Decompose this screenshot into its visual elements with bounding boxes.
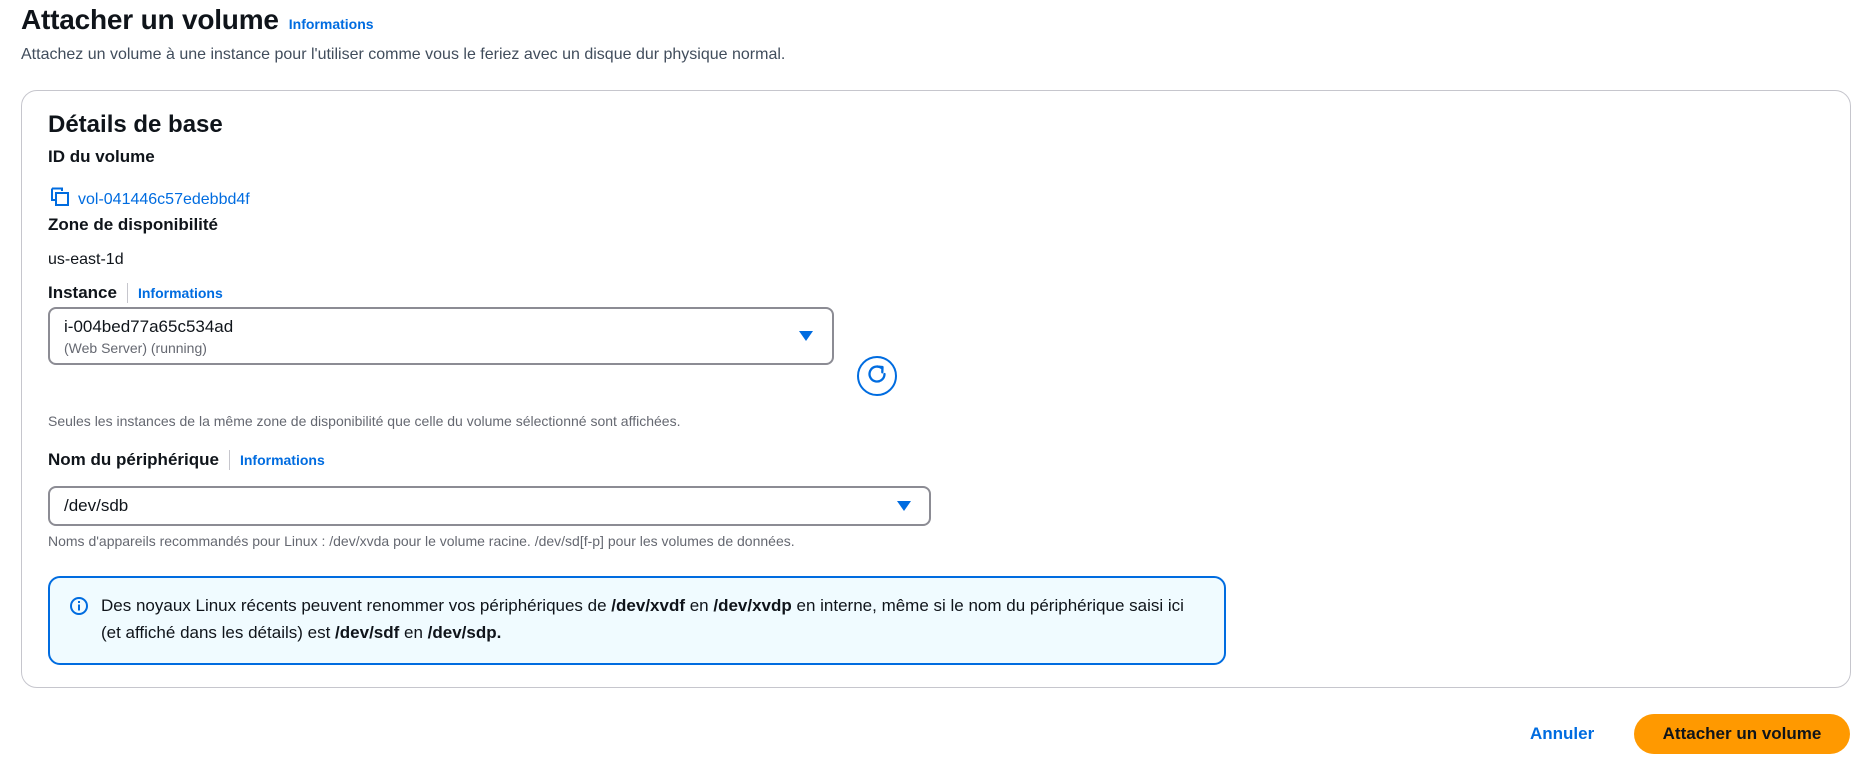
alert-text-part: en	[399, 623, 428, 642]
info-circle-icon	[69, 596, 89, 621]
alert-path: /dev/sdf	[335, 623, 400, 642]
device-name-label-text: Nom du périphérique	[48, 450, 219, 469]
alert-text-part: en	[685, 596, 714, 615]
instance-select[interactable]: i-004bed77a65c534ad (Web Server) (runnin…	[48, 307, 834, 365]
volume-id-copy[interactable]: vol-041446c57edebbd4f	[50, 187, 250, 212]
cancel-button[interactable]: Annuler	[1520, 714, 1604, 754]
label-divider	[228, 450, 230, 470]
page-description: Attachez un volume à une instance pour l…	[21, 46, 786, 63]
instance-selected-value: i-004bed77a65c534ad	[64, 317, 234, 336]
device-name-select[interactable]: /dev/sdb	[48, 486, 931, 526]
availability-zone-label: Zone de disponibilité	[48, 215, 218, 235]
page-header: Attacher un volume Informations Attachez…	[21, 4, 785, 64]
page-title: Attacher un volume	[21, 4, 279, 35]
refresh-instances-button[interactable]	[857, 356, 897, 396]
attach-volume-button[interactable]: Attacher un volume	[1634, 714, 1850, 754]
basic-details-container: Détails de base ID du volume vol-041446c…	[21, 90, 1851, 688]
header-info-link[interactable]: Informations	[289, 16, 374, 32]
container-title: Détails de base	[48, 111, 223, 138]
copy-icon[interactable]	[50, 187, 70, 212]
availability-zone-value: us-east-1d	[48, 251, 124, 268]
instance-label-text: Instance	[48, 283, 117, 302]
device-name-help-text: Noms d'appareils recommandés pour Linux …	[48, 533, 795, 549]
alert-path: /dev/xvdf	[611, 596, 685, 615]
instance-label: Instance Informations	[48, 283, 223, 303]
info-alert: Des noyaux Linux récents peuvent renomme…	[48, 576, 1226, 665]
instance-info-link[interactable]: Informations	[138, 285, 223, 301]
title-row: Attacher un volume Informations	[21, 4, 785, 36]
alert-path: /dev/xvdp	[713, 596, 792, 615]
volume-id-label-text: ID du volume	[48, 147, 155, 166]
volume-id-value[interactable]: vol-041446c57edebbd4f	[78, 191, 250, 209]
alert-path: /dev/sdp.	[427, 623, 502, 642]
chevron-down-icon	[799, 331, 813, 341]
volume-id-label: ID du volume	[48, 147, 155, 167]
label-divider	[126, 283, 128, 303]
attach-volume-page: Attacher un volume Informations Attachez…	[0, 0, 1853, 768]
alert-message: Des noyaux Linux récents peuvent renomme…	[101, 592, 1201, 646]
device-name-selected-value: /dev/sdb	[64, 496, 129, 515]
alert-text-part: Des noyaux Linux récents peuvent renomme…	[101, 596, 612, 615]
device-name-label: Nom du périphérique Informations	[48, 450, 325, 470]
availability-zone-label-text: Zone de disponibilité	[48, 215, 218, 234]
refresh-icon	[865, 362, 889, 391]
instance-help-text: Seules les instances de la même zone de …	[48, 413, 681, 429]
chevron-down-icon	[897, 501, 911, 511]
instance-selected-description: (Web Server) (running)	[64, 340, 207, 356]
device-name-info-link[interactable]: Informations	[240, 452, 325, 468]
